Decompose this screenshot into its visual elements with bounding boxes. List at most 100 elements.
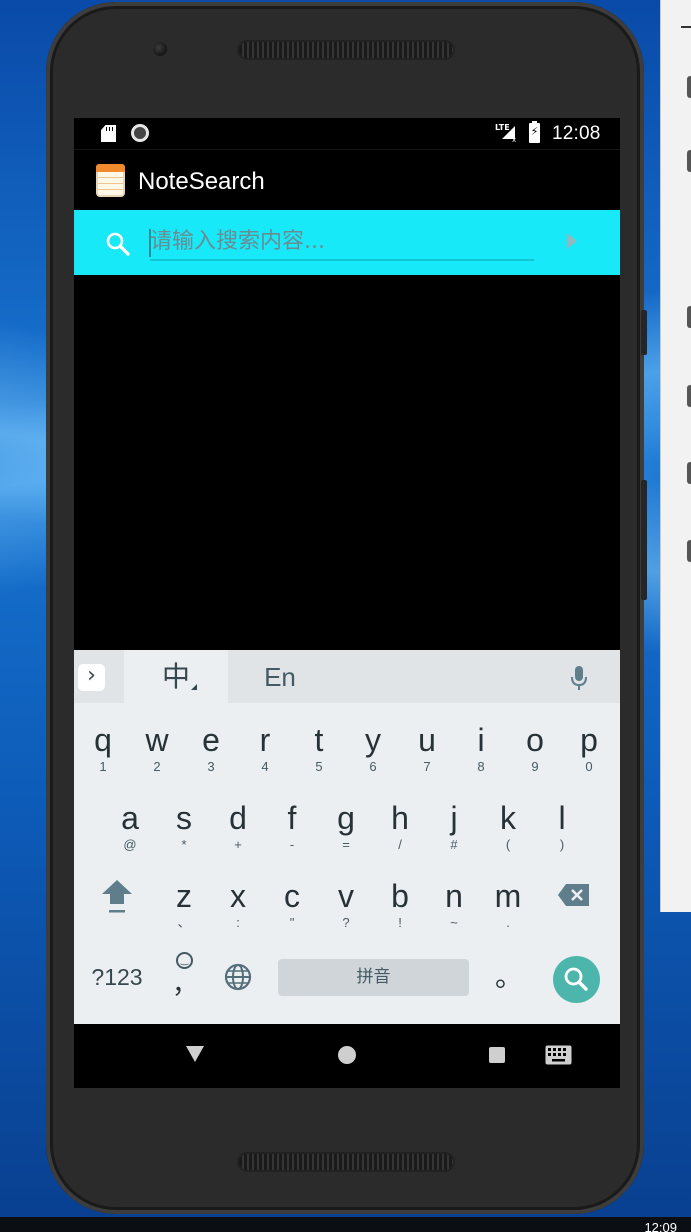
key-secondary-label: " — [289, 915, 295, 930]
key-n[interactable]: n ~ — [427, 868, 481, 946]
globe-icon[interactable] — [223, 962, 253, 992]
key-d[interactable]: d + — [211, 790, 265, 868]
home-circle-icon[interactable] — [338, 1046, 356, 1064]
key-a[interactable]: a @ — [103, 790, 157, 868]
key-label: z — [176, 878, 192, 914]
key-u[interactable]: u7 — [400, 712, 454, 790]
key-w[interactable]: w2 — [130, 712, 184, 790]
bottom-speaker — [237, 1152, 455, 1172]
key-label: n — [445, 878, 463, 914]
key-secondary-label: 1 — [99, 759, 107, 774]
screenshot-icon[interactable] — [687, 462, 691, 484]
expand-toolbar-button[interactable]: › — [78, 664, 105, 691]
key-y[interactable]: y6 — [346, 712, 400, 790]
english-mode-tab[interactable]: En — [228, 650, 332, 703]
key-label: x — [230, 878, 246, 914]
status-bar: LTE x 12:08 — [74, 118, 620, 149]
backspace-key[interactable] — [557, 882, 591, 908]
key-e[interactable]: e3 — [184, 712, 238, 790]
key-o[interactable]: o9 — [508, 712, 562, 790]
key-g[interactable]: g = — [319, 790, 373, 868]
key-label: b — [391, 878, 409, 914]
back-triangle-icon[interactable] — [186, 1046, 204, 1062]
phone-volume-button — [641, 480, 647, 600]
key-i[interactable]: i8 — [454, 712, 508, 790]
key-label: c — [284, 878, 300, 914]
phone-screen: LTE x 12:08 NoteSearch › 中 En — [74, 118, 620, 1088]
key-x[interactable]: x: — [211, 868, 265, 946]
key-label: j — [450, 800, 458, 836]
key-secondary-label: : — [236, 915, 240, 930]
sync-icon — [131, 124, 149, 142]
text-cursor — [149, 229, 151, 257]
keyboard-switch-icon[interactable] — [545, 1045, 572, 1065]
key-secondary-label: ) — [559, 837, 565, 852]
front-camera — [153, 42, 167, 56]
top-speaker — [237, 40, 455, 60]
symbols-key[interactable]: ?123 — [86, 960, 148, 994]
rotate-icon[interactable] — [687, 306, 691, 328]
key-label: g — [337, 800, 355, 836]
key-secondary-label: 2 — [153, 759, 161, 774]
key-label: e — [202, 722, 220, 758]
key-p[interactable]: p0 — [562, 712, 616, 790]
key-z[interactable]: z、 — [157, 868, 211, 946]
key-t[interactable]: t5 — [292, 712, 346, 790]
key-label: d — [229, 800, 247, 836]
app-title: NoteSearch — [138, 168, 265, 195]
search-input[interactable] — [150, 223, 534, 261]
zoom-icon[interactable] — [687, 540, 691, 562]
key-b[interactable]: b! — [373, 868, 427, 946]
svg-text:x: x — [512, 136, 516, 142]
key-j[interactable]: j # — [427, 790, 481, 868]
key-c[interactable]: c " — [265, 868, 319, 946]
keyboard-search-button[interactable] — [553, 956, 600, 1003]
key-label: p — [580, 722, 598, 758]
key-secondary-label: 4 — [261, 759, 269, 774]
key-secondary-label: 3 — [207, 759, 215, 774]
search-results-area — [74, 275, 620, 650]
keyboard-toolbar: › 中 En — [74, 650, 620, 703]
battery-charging-icon — [529, 121, 540, 143]
key-secondary-label: + — [234, 837, 242, 852]
minimize-icon[interactable] — [681, 26, 691, 28]
key-secondary-label: ~ — [450, 915, 458, 930]
key-h[interactable]: h / — [373, 790, 427, 868]
key-r[interactable]: r4 — [238, 712, 292, 790]
key-secondary-label: 5 — [315, 759, 323, 774]
key-v[interactable]: v? — [319, 868, 373, 946]
emoji-comma-key[interactable]: ‿ ， — [170, 950, 200, 1002]
key-m[interactable]: m. — [481, 868, 535, 946]
search-icon — [564, 967, 588, 991]
power-icon[interactable] — [687, 76, 691, 98]
key-secondary-label: 9 — [531, 759, 539, 774]
key-label: o — [526, 722, 544, 758]
shift-key[interactable] — [98, 874, 136, 918]
rotate-right-icon[interactable] — [687, 385, 691, 407]
key-label: l — [558, 800, 566, 836]
microphone-icon[interactable] — [570, 664, 588, 692]
key-label: t — [314, 722, 324, 758]
key-label: u — [418, 722, 436, 758]
search-icon — [106, 232, 130, 256]
chinese-mode-tab[interactable]: 中 — [124, 650, 228, 703]
search-go-button[interactable] — [558, 224, 586, 258]
period-key[interactable]: 。 — [491, 955, 527, 999]
volume-icon[interactable] — [687, 150, 691, 172]
key-k[interactable]: k( — [481, 790, 535, 868]
key-f[interactable]: f- — [265, 790, 319, 868]
status-time: 12:08 — [552, 123, 601, 144]
key-secondary-label: ( — [505, 837, 511, 852]
key-label: y — [365, 722, 381, 758]
key-label: i — [477, 722, 485, 758]
key-s[interactable]: s * — [157, 790, 211, 868]
key-q[interactable]: q1 — [76, 712, 130, 790]
windows-taskbar — [0, 1217, 691, 1232]
recent-apps-icon[interactable] — [489, 1047, 505, 1063]
space-key[interactable]: 拼音 — [278, 959, 469, 996]
comma-label: ， — [171, 969, 198, 999]
lte-signal-icon: LTE x — [495, 123, 517, 142]
key-l[interactable]: l) — [535, 790, 589, 868]
emulator-side-panel — [660, 0, 691, 912]
key-secondary-label: 、 — [177, 915, 191, 930]
